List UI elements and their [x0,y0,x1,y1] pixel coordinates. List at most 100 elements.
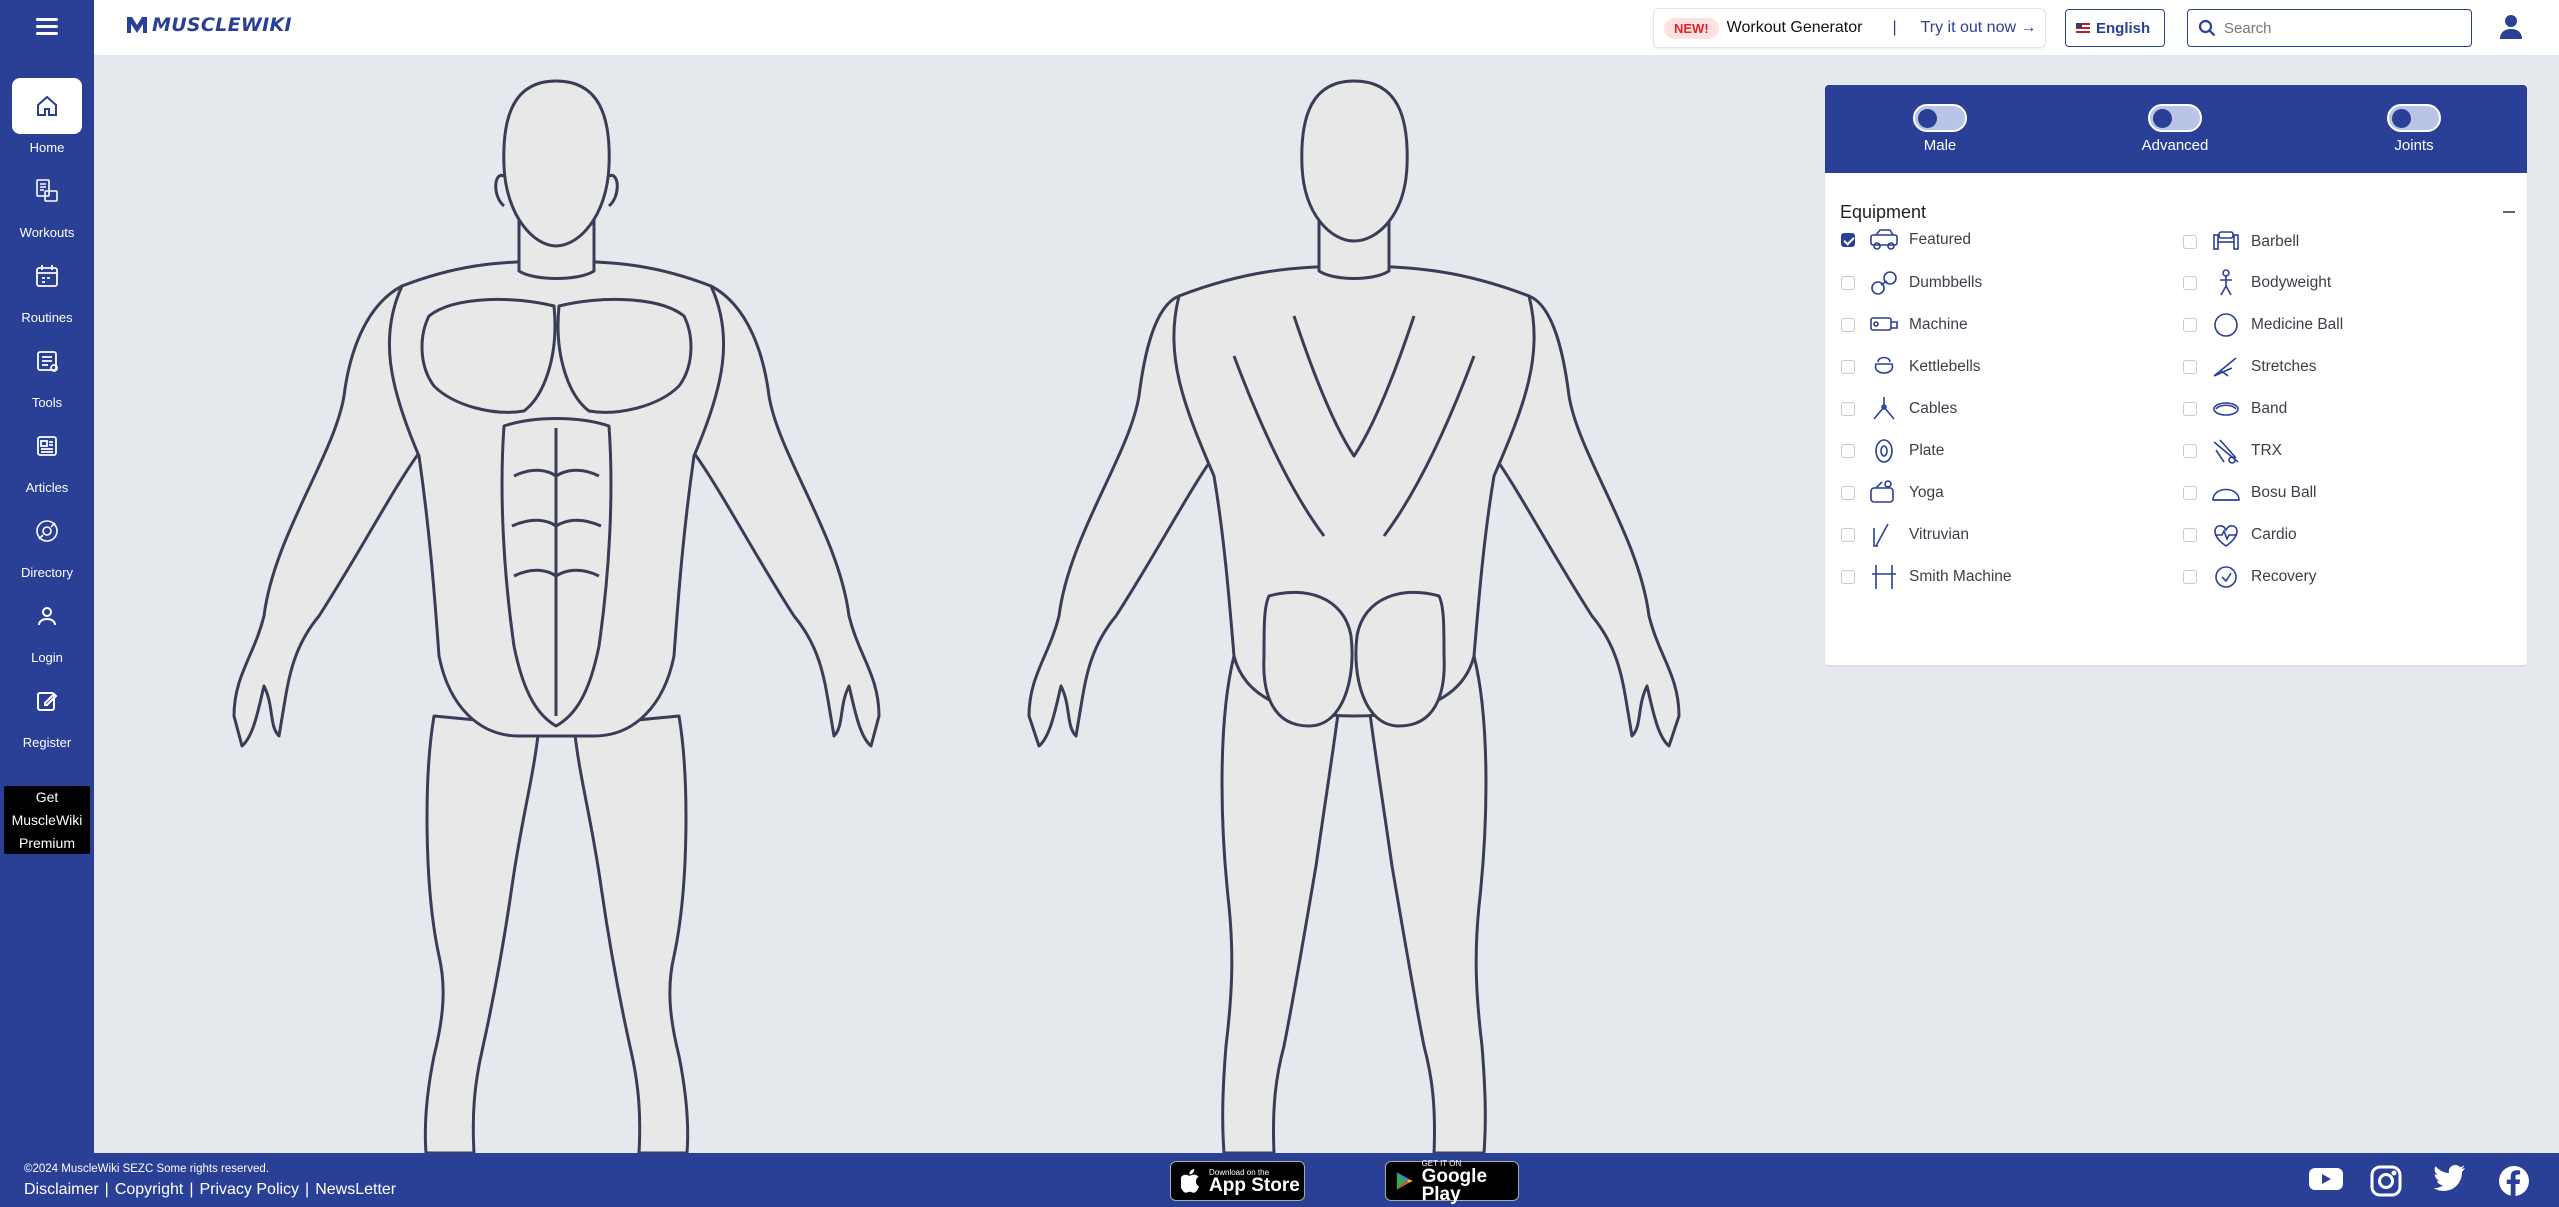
toggle-switch[interactable] [2148,104,2202,132]
facebook-icon[interactable] [2498,1165,2530,1202]
sidebar-item-login[interactable]: Login [0,588,94,673]
back-head[interactable] [1300,79,1409,243]
equipment-checkbox[interactable] [2183,486,2197,500]
articles-icon [12,418,82,474]
google-play-icon [1396,1172,1413,1190]
equipment-checkbox[interactable] [2183,276,2197,290]
equipment-checkbox[interactable] [2183,318,2197,332]
workout-generator-promo[interactable]: NEW! Workout Generator | Try it out now … [1653,8,2046,48]
logo[interactable]: MUSCLEWIKI [126,14,292,36]
language-label: English [2096,19,2151,37]
back-torso[interactable] [1172,264,1536,718]
equipment-checkbox[interactable] [2183,570,2197,584]
equipment-option[interactable]: Vitruvian [1841,520,1969,550]
copyright-text: ©2024 MuscleWiki SEZC Some rights reserv… [24,1163,269,1175]
premium-line: Premium [18,835,75,851]
equipment-checkbox[interactable] [1841,318,1855,332]
bosu-ball-icon [2209,478,2243,508]
equipment-option[interactable]: TRX [2183,436,2282,466]
equipment-checkbox[interactable] [2183,444,2197,458]
front-right-thigh[interactable] [572,714,690,1155]
front-head[interactable] [502,79,611,248]
sidebar-item-workouts[interactable]: Workouts [0,163,94,248]
equipment-checkbox[interactable] [1841,360,1855,374]
equipment-checkbox[interactable] [1841,276,1855,290]
equipment-label: Featured [1909,231,1972,248]
search-input[interactable] [2224,19,2454,37]
joints-toggle[interactable]: Joints [2369,104,2459,154]
sidebar-item-home[interactable]: Home [0,78,94,163]
equipment-option[interactable]: Bodyweight [2183,268,2331,298]
advanced-toggle[interactable]: Advanced [2130,104,2220,154]
account-icon[interactable] [2499,14,2523,45]
collapse-icon[interactable] [2503,211,2515,213]
equipment-option[interactable]: Cables [1841,394,1957,424]
app-store-button[interactable]: Download on the App Store [1170,1161,1305,1201]
sidebar-item-tools[interactable]: Tools [0,333,94,418]
toggle-knob [2392,109,2411,128]
equipment-option[interactable]: Cardio [2183,520,2297,550]
equipment-checkbox[interactable] [2183,235,2197,249]
toggle-switch[interactable] [2387,104,2441,132]
sidebar-item-routines[interactable]: Routines [0,248,94,333]
menu-icon[interactable] [36,18,58,36]
instagram-icon[interactable] [2370,1165,2402,1202]
equipment-label: Bodyweight [2251,274,2332,291]
equipment-option[interactable]: Barbell [2183,227,2299,257]
equipment-option[interactable]: Yoga [1841,478,1944,508]
sidebar-item-label: Workouts [19,225,75,240]
equipment-option[interactable]: Smith Machine [1841,562,2012,592]
twitter-icon[interactable] [2433,1165,2466,1198]
equipment-option[interactable]: Recovery [2183,562,2316,592]
front-left-thigh[interactable] [423,714,541,1155]
premium-button[interactable]: Get MuscleWiki Premium [4,786,90,854]
cardio-icon [2209,520,2243,550]
sidebar-item-articles[interactable]: Articles [0,418,94,503]
equipment-option[interactable]: Plate [1841,436,1944,466]
equipment-option[interactable]: Dumbbells [1841,268,1982,298]
try-it-out-link[interactable]: Try it out now → [1921,19,2037,37]
copyright-link[interactable]: Copyright [115,1181,183,1199]
equipment-checkbox[interactable] [1841,444,1855,458]
google-play-button[interactable]: GET IT ON Google Play [1385,1159,1519,1204]
youtube-icon[interactable] [2308,1165,2344,1198]
equipment-panel: Equipment Featured Dumbbells Machine Kettle… [1825,173,2527,667]
equipment-checkbox[interactable] [1841,233,1855,247]
front-body-figure [232,79,881,1155]
equipment-label: Smith Machine [1909,568,2012,585]
equipment-option[interactable]: Featured [1841,225,1971,255]
yoga-icon [1867,478,1901,508]
disclaimer-link[interactable]: Disclaimer [24,1181,99,1199]
equipment-checkbox[interactable] [1841,570,1855,584]
back-right-leg[interactable] [1367,654,1488,1155]
gender-toggle[interactable]: Male [1895,104,1985,154]
equipment-checkbox[interactable] [2183,360,2197,374]
equipment-option[interactable]: Kettlebells [1841,352,1981,382]
equipment-checkbox[interactable] [2183,528,2197,542]
equipment-checkbox[interactable] [1841,486,1855,500]
back-body-figure [1027,79,1681,1155]
edit-icon [12,673,82,729]
premium-line: Get [35,789,59,805]
equipment-option[interactable]: Machine [1841,310,1968,340]
workouts-icon [12,163,82,219]
equipment-checkbox[interactable] [2183,402,2197,416]
medicine-ball-icon [2209,310,2243,340]
equipment-checkbox[interactable] [1841,528,1855,542]
equipment-label: Cables [1909,400,1958,417]
newsletter-link[interactable]: NewsLetter [315,1181,396,1199]
privacy-policy-link[interactable]: Privacy Policy [199,1181,299,1199]
search-box [2187,9,2472,47]
equipment-option[interactable]: Band [2183,394,2287,424]
equipment-checkbox[interactable] [1841,402,1855,416]
plate-icon [1867,436,1901,466]
language-selector[interactable]: English [2065,9,2165,47]
sidebar-item-register[interactable]: Register [0,673,94,758]
equipment-option[interactable]: Medicine Ball [2183,310,2343,340]
back-left-leg[interactable] [1220,654,1341,1155]
footer: ©2024 MuscleWiki SEZC Some rights reserv… [0,1153,2559,1207]
equipment-option[interactable]: Bosu Ball [2183,478,2316,508]
sidebar-item-directory[interactable]: Directory [0,503,94,588]
equipment-option[interactable]: Stretches [2183,352,2316,382]
toggle-switch[interactable] [1913,104,1967,132]
